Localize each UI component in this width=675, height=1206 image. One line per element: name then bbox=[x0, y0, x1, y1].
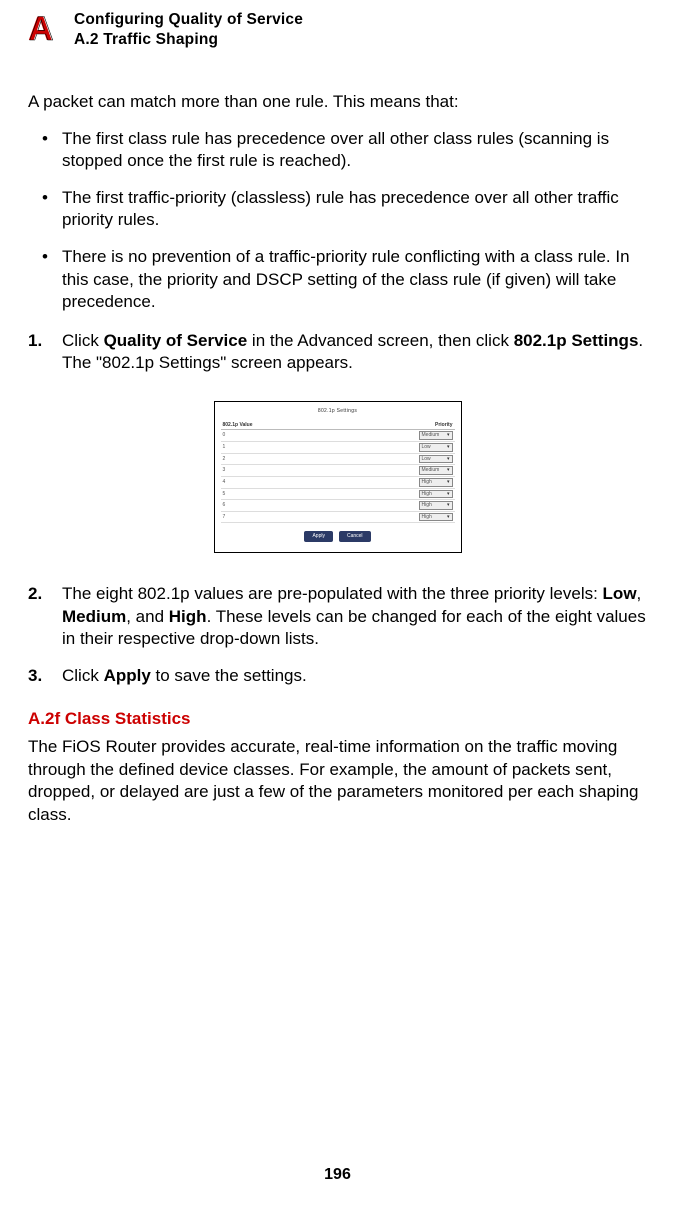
cancel-button[interactable]: Cancel bbox=[339, 531, 371, 542]
appendix-letter-icon: A A bbox=[28, 10, 64, 46]
step-item: 1. Click Quality of Service in the Advan… bbox=[28, 330, 647, 375]
subsection-body: The FiOS Router provides accurate, real-… bbox=[28, 736, 647, 826]
section-title: A.2 Traffic Shaping bbox=[74, 31, 303, 49]
priority-select[interactable]: Low bbox=[419, 443, 453, 452]
table-row: 2Low bbox=[221, 453, 455, 465]
bullet-item: The first class rule has precedence over… bbox=[28, 128, 647, 173]
table-row: 6High bbox=[221, 500, 455, 512]
priority-select[interactable]: Medium bbox=[419, 466, 453, 475]
col-header: Priority bbox=[331, 421, 454, 430]
table-row: 4High bbox=[221, 476, 455, 488]
page-number: 196 bbox=[0, 1166, 675, 1184]
step-number: 2. bbox=[28, 583, 56, 606]
step-list: 2. The eight 802.1p values are pre-popul… bbox=[28, 583, 647, 687]
step-item: 3. Click Apply to save the settings. bbox=[28, 665, 647, 688]
step-item: 2. The eight 802.1p values are pre-popul… bbox=[28, 583, 647, 651]
svg-text:A: A bbox=[29, 10, 54, 46]
page-body: A packet can match more than one rule. T… bbox=[28, 91, 647, 827]
step-number: 1. bbox=[28, 330, 56, 353]
step-list: 1. Click Quality of Service in the Advan… bbox=[28, 330, 647, 375]
page-header: A A Configuring Quality of Service A.2 T… bbox=[28, 8, 647, 49]
table-row: 3Medium bbox=[221, 465, 455, 477]
screenshot-table: 802.1p Value Priority 0Medium 1Low 2Low … bbox=[221, 421, 455, 524]
step-text: Click Apply to save the settings. bbox=[62, 666, 307, 685]
priority-select[interactable]: Low bbox=[419, 455, 453, 464]
step-number: 3. bbox=[28, 665, 56, 688]
table-row: 1Low bbox=[221, 441, 455, 453]
priority-select[interactable]: High bbox=[419, 490, 453, 499]
col-header: 802.1p Value bbox=[221, 421, 332, 430]
settings-screenshot: 802.1p Settings 802.1p Value Priority 0M… bbox=[214, 401, 462, 553]
step-text: The eight 802.1p values are pre-populate… bbox=[62, 584, 646, 648]
apply-button[interactable]: Apply bbox=[304, 531, 333, 542]
screenshot-title: 802.1p Settings bbox=[221, 408, 455, 415]
table-row: 0Medium bbox=[221, 430, 455, 442]
step-text: Click Quality of Service in the Advanced… bbox=[62, 331, 643, 373]
chapter-title: Configuring Quality of Service bbox=[74, 10, 303, 31]
priority-select[interactable]: Medium bbox=[419, 431, 453, 440]
intro-text: A packet can match more than one rule. T… bbox=[28, 91, 647, 114]
bullet-list: The first class rule has precedence over… bbox=[28, 128, 647, 314]
subsection-heading: A.2f Class Statistics bbox=[28, 708, 647, 731]
priority-select[interactable]: High bbox=[419, 478, 453, 487]
table-row: 5High bbox=[221, 488, 455, 500]
table-row: 7High bbox=[221, 511, 455, 523]
bullet-item: There is no prevention of a traffic-prio… bbox=[28, 246, 647, 314]
priority-select[interactable]: High bbox=[419, 501, 453, 510]
priority-select[interactable]: High bbox=[419, 513, 453, 522]
bullet-item: The first traffic-priority (classless) r… bbox=[28, 187, 647, 232]
